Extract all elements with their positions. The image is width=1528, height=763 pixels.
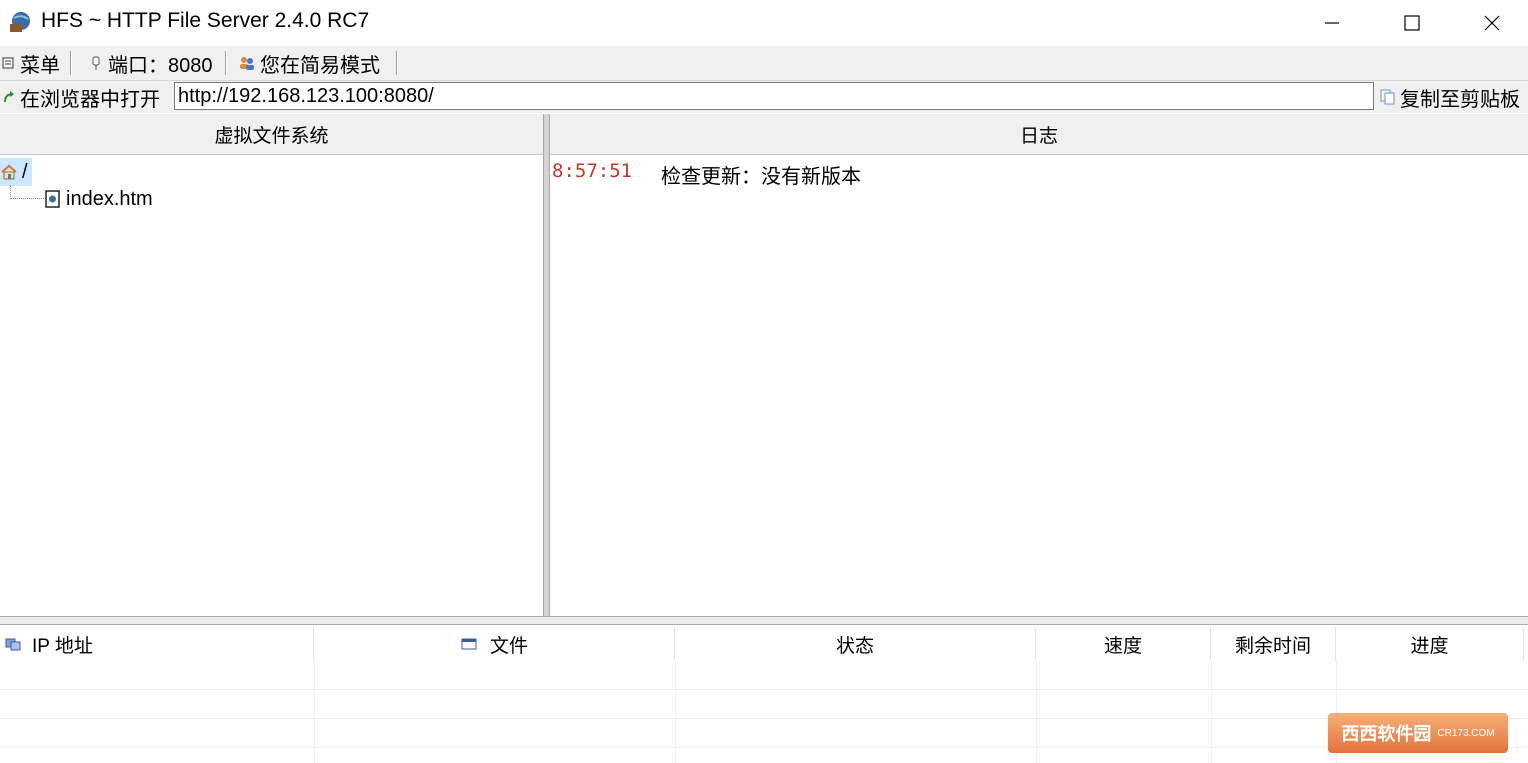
minimize-icon <box>1325 22 1339 24</box>
column-file-label: 文件 <box>489 635 528 657</box>
mode-button[interactable]: 您在简易模式 <box>238 46 380 80</box>
column-ip-address[interactable]: IP 地址 <box>0 627 314 661</box>
close-button[interactable] <box>1452 0 1528 46</box>
toolbar-divider <box>225 51 227 75</box>
arrow-icon <box>4 91 14 103</box>
mode-label: 您在简易模式 <box>260 54 380 77</box>
column-file[interactable]: 文件 <box>314 627 675 661</box>
copy-icon <box>1380 89 1395 105</box>
tree-connector <box>10 198 44 200</box>
hfs-globe-icon[interactable] <box>8 10 32 34</box>
maximize-icon <box>1404 15 1420 31</box>
watermark-logo: 西西软件园 CR173.COM <box>1328 713 1508 753</box>
menu-icon <box>2 57 14 69</box>
window-title: HFS ~ HTTP File Server 2.4.0 RC7 <box>41 9 370 32</box>
watermark-text: 西西软件园 <box>1341 724 1432 744</box>
vfs-file-node[interactable]: index.htm <box>45 185 153 213</box>
vfs-header: 虚拟文件系统 <box>0 114 543 155</box>
minimize-button[interactable] <box>1292 0 1372 46</box>
log-pane[interactable] <box>550 155 1528 616</box>
column-divider <box>314 661 315 763</box>
copy-to-clipboard-label: 复制至剪贴板 <box>1400 88 1520 111</box>
copy-to-clipboard-button[interactable]: 复制至剪贴板 <box>1380 81 1520 113</box>
horizontal-splitter[interactable] <box>0 616 1528 625</box>
title-bar: HFS ~ HTTP File Server 2.4.0 RC7 <box>0 0 1528 46</box>
table-row <box>0 719 1528 748</box>
url-input[interactable] <box>174 82 1374 110</box>
vertical-splitter[interactable] <box>543 114 550 618</box>
vfs-tree[interactable]: / index.htm <box>0 155 543 616</box>
close-icon <box>1484 15 1500 31</box>
vfs-file-label: index.htm <box>66 187 153 210</box>
column-divider <box>1211 661 1212 763</box>
menu-label: 菜单 <box>20 54 60 77</box>
vfs-root-node[interactable]: / <box>0 158 32 186</box>
table-row <box>0 690 1528 719</box>
table-row <box>0 661 1528 690</box>
toolbar: 菜单 端口：8080 您在简易模式 <box>0 46 1528 81</box>
column-divider <box>675 661 676 763</box>
column-speed[interactable]: 速度 <box>1036 627 1211 661</box>
url-bar: 在浏览器中打开 复制至剪贴板 <box>0 81 1528 113</box>
column-status[interactable]: 状态 <box>675 627 1036 661</box>
open-in-browser-label: 在浏览器中打开 <box>20 88 160 111</box>
maximize-button[interactable] <box>1372 0 1452 46</box>
open-in-browser-button[interactable]: 在浏览器中打开 <box>2 81 160 113</box>
window-icon <box>461 638 477 650</box>
column-ip-address-label: IP 地址 <box>32 635 93 657</box>
column-divider <box>1036 661 1037 763</box>
toolbar-divider <box>70 51 72 75</box>
log-message: 检查更新：没有新版本 <box>661 164 861 188</box>
html-file-icon <box>45 190 60 208</box>
log-header: 日志 <box>550 114 1528 155</box>
tree-connector <box>10 185 12 199</box>
menu-button[interactable]: 菜单 <box>2 46 60 80</box>
home-icon <box>1 164 17 180</box>
log-time: 8:57:51 <box>552 160 633 182</box>
users-icon <box>240 57 254 70</box>
plug-icon <box>92 56 100 70</box>
toolbar-divider <box>396 51 398 75</box>
vfs-root-label: / <box>22 160 28 183</box>
network-icon <box>5 638 21 651</box>
watermark-subtext: CR173.COM <box>1437 727 1495 739</box>
column-progress[interactable]: 进度 <box>1336 627 1524 661</box>
port-label: 端口：8080 <box>108 54 213 77</box>
port-button[interactable]: 端口：8080 <box>90 46 213 80</box>
column-time-left[interactable]: 剩余时间 <box>1211 627 1336 661</box>
